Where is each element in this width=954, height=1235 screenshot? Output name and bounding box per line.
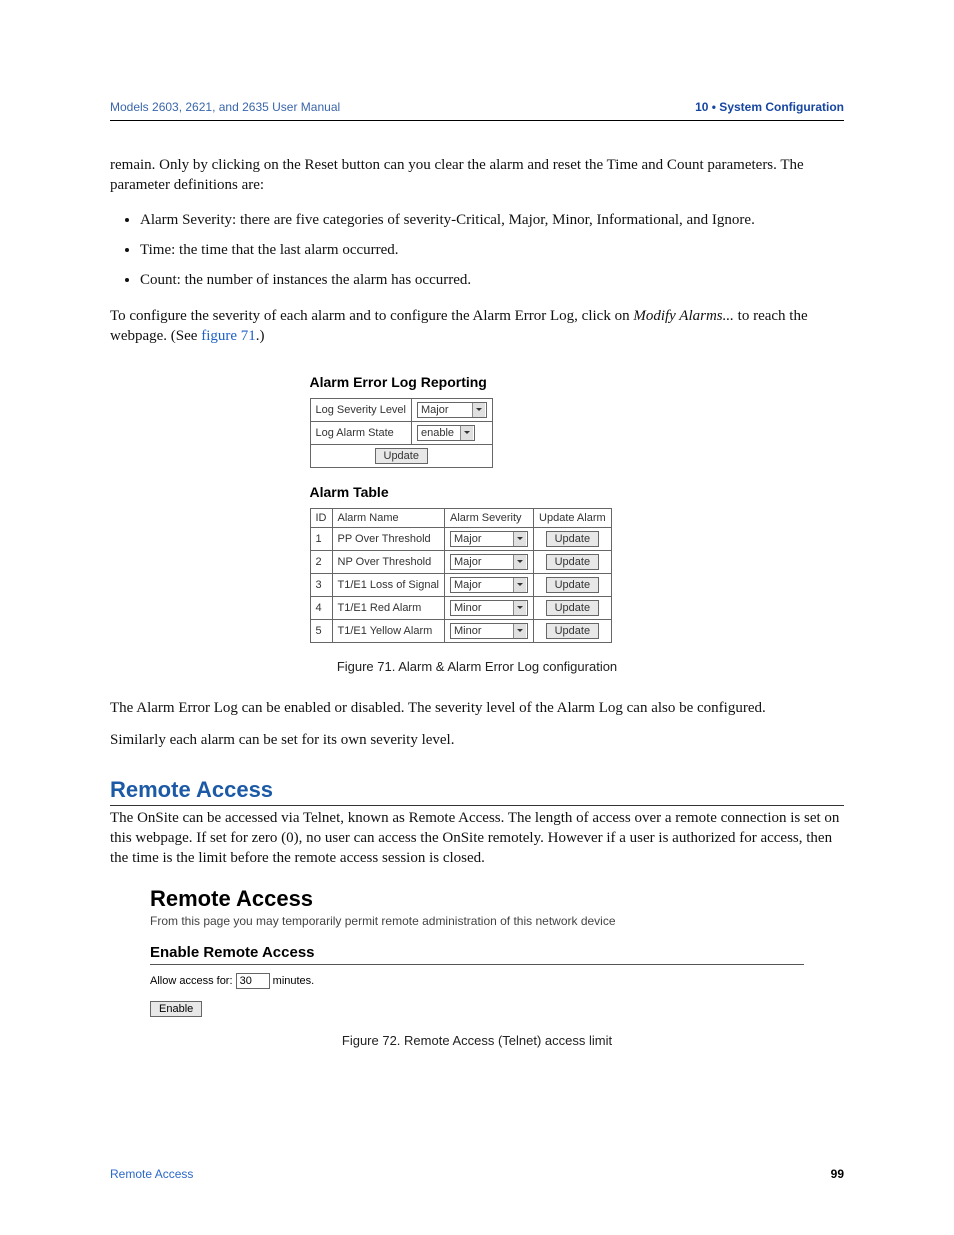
alarm-severity-select[interactable]: Minor bbox=[450, 623, 528, 639]
update-cell: Update bbox=[534, 528, 612, 551]
figure-71: Alarm Error Log Reporting Log Severity L… bbox=[110, 364, 844, 643]
chevron-down-icon bbox=[513, 555, 526, 569]
modify-alarms-em: Modify Alarms... bbox=[633, 308, 734, 324]
select-value: Major bbox=[454, 556, 482, 568]
alarm-name: PP Over Threshold bbox=[332, 528, 445, 551]
header-right: 10 • System Configuration bbox=[695, 100, 844, 114]
select-value: Minor bbox=[454, 602, 482, 614]
table-row: 3T1/E1 Loss of Signal Major Update bbox=[310, 574, 611, 597]
update-button[interactable]: Update bbox=[546, 600, 599, 616]
page-number: 99 bbox=[831, 1167, 844, 1181]
update-button[interactable]: Update bbox=[546, 577, 599, 593]
alarm-severity-select[interactable]: Minor bbox=[450, 600, 528, 616]
log-severity-level-select[interactable]: Major bbox=[417, 402, 487, 418]
table-row: 1PP Over Threshold Major Update bbox=[310, 528, 611, 551]
select-value: Minor bbox=[454, 625, 482, 637]
after-fig71-para-a: The Alarm Error Log can be enabled or di… bbox=[110, 698, 844, 718]
footer-section-link[interactable]: Remote Access bbox=[110, 1167, 193, 1181]
enable-remote-access-heading: Enable Remote Access bbox=[150, 944, 804, 965]
alarm-table-heading: Alarm Table bbox=[310, 484, 645, 500]
log-reporting-table: Log Severity Level Major Log Alarm State… bbox=[310, 398, 494, 468]
definition-bullets: Alarm Severity: there are five categorie… bbox=[110, 208, 844, 292]
remote-access-heading: Remote Access bbox=[110, 777, 844, 806]
bullet-time: Time: the time that the last alarm occur… bbox=[140, 238, 844, 262]
figure-72: Remote Access From this page you may tem… bbox=[110, 886, 844, 1017]
update-button[interactable]: Update bbox=[375, 448, 428, 464]
alarm-id: 2 bbox=[310, 551, 332, 574]
update-cell: Update bbox=[534, 620, 612, 643]
intro-paragraph: remain. Only by clicking on the Reset bu… bbox=[110, 155, 844, 196]
alarm-error-log-heading: Alarm Error Log Reporting bbox=[310, 374, 645, 390]
select-value: Major bbox=[454, 533, 482, 545]
chevron-down-icon bbox=[460, 426, 473, 440]
update-cell: Update bbox=[534, 597, 612, 620]
log-alarm-state-label: Log Alarm State bbox=[310, 422, 412, 445]
table-row: 2NP Over Threshold Major Update bbox=[310, 551, 611, 574]
col-alarm-severity: Alarm Severity bbox=[445, 509, 534, 528]
col-id: ID bbox=[310, 509, 332, 528]
table-row: 5T1/E1 Yellow Alarm Minor Update bbox=[310, 620, 611, 643]
alarm-severity-select[interactable]: Major bbox=[450, 577, 528, 593]
select-value: Major bbox=[421, 404, 449, 416]
log-alarm-state-select[interactable]: enable bbox=[417, 425, 475, 441]
alarm-name: T1/E1 Loss of Signal bbox=[332, 574, 445, 597]
update-button[interactable]: Update bbox=[546, 623, 599, 639]
chevron-down-icon bbox=[513, 601, 526, 615]
chevron-down-icon bbox=[513, 624, 526, 638]
remote-access-panel-heading: Remote Access bbox=[150, 886, 804, 912]
page-footer: Remote Access 99 bbox=[110, 1167, 844, 1181]
bullet-severity: Alarm Severity: there are five categorie… bbox=[140, 208, 844, 232]
alarm-table: ID Alarm Name Alarm Severity Update Alar… bbox=[310, 508, 612, 643]
remote-access-paragraph: The OnSite can be accessed via Telnet, k… bbox=[110, 808, 844, 869]
header-left: Models 2603, 2621, and 2635 User Manual bbox=[110, 100, 340, 114]
alarm-severity-select[interactable]: Major bbox=[450, 554, 528, 570]
allow-access-post: minutes. bbox=[273, 975, 315, 987]
alarm-severity-cell: Minor bbox=[445, 620, 534, 643]
alarm-name: T1/E1 Red Alarm bbox=[332, 597, 445, 620]
alarm-id: 5 bbox=[310, 620, 332, 643]
update-cell: Update bbox=[534, 574, 612, 597]
allow-access-row: Allow access for: 30 minutes. bbox=[150, 973, 804, 989]
update-cell: Update bbox=[534, 551, 612, 574]
figure-71-link[interactable]: figure 71 bbox=[201, 328, 256, 344]
figure-72-caption: Figure 72. Remote Access (Telnet) access… bbox=[110, 1033, 844, 1048]
col-alarm-name: Alarm Name bbox=[332, 509, 445, 528]
configure-paragraph: To configure the severity of each alarm … bbox=[110, 306, 844, 347]
page-header: Models 2603, 2621, and 2635 User Manual … bbox=[110, 100, 844, 121]
alarm-name: T1/E1 Yellow Alarm bbox=[332, 620, 445, 643]
log-severity-level-label: Log Severity Level bbox=[310, 399, 412, 422]
allow-access-minutes-input[interactable]: 30 bbox=[236, 973, 270, 989]
select-value: Major bbox=[454, 579, 482, 591]
update-button[interactable]: Update bbox=[546, 554, 599, 570]
chevron-down-icon bbox=[513, 578, 526, 592]
alarm-id: 4 bbox=[310, 597, 332, 620]
enable-button[interactable]: Enable bbox=[150, 1001, 202, 1017]
text: .) bbox=[256, 328, 265, 344]
alarm-severity-cell: Major bbox=[445, 528, 534, 551]
alarm-id: 3 bbox=[310, 574, 332, 597]
alarm-name: NP Over Threshold bbox=[332, 551, 445, 574]
alarm-severity-cell: Minor bbox=[445, 597, 534, 620]
remote-access-panel-sub: From this page you may temporarily permi… bbox=[150, 914, 804, 928]
col-update-alarm: Update Alarm bbox=[534, 509, 612, 528]
bullet-count: Count: the number of instances the alarm… bbox=[140, 268, 844, 292]
chevron-down-icon bbox=[513, 532, 526, 546]
figure-71-caption: Figure 71. Alarm & Alarm Error Log confi… bbox=[110, 659, 844, 674]
alarm-severity-cell: Major bbox=[445, 551, 534, 574]
chevron-down-icon bbox=[472, 403, 485, 417]
update-button[interactable]: Update bbox=[546, 531, 599, 547]
text: To configure the severity of each alarm … bbox=[110, 308, 633, 324]
alarm-severity-select[interactable]: Major bbox=[450, 531, 528, 547]
alarm-id: 1 bbox=[310, 528, 332, 551]
table-row: 4T1/E1 Red Alarm Minor Update bbox=[310, 597, 611, 620]
select-value: enable bbox=[421, 427, 454, 439]
after-fig71-para-b: Similarly each alarm can be set for its … bbox=[110, 730, 844, 750]
allow-access-pre: Allow access for: bbox=[150, 975, 233, 987]
alarm-severity-cell: Major bbox=[445, 574, 534, 597]
